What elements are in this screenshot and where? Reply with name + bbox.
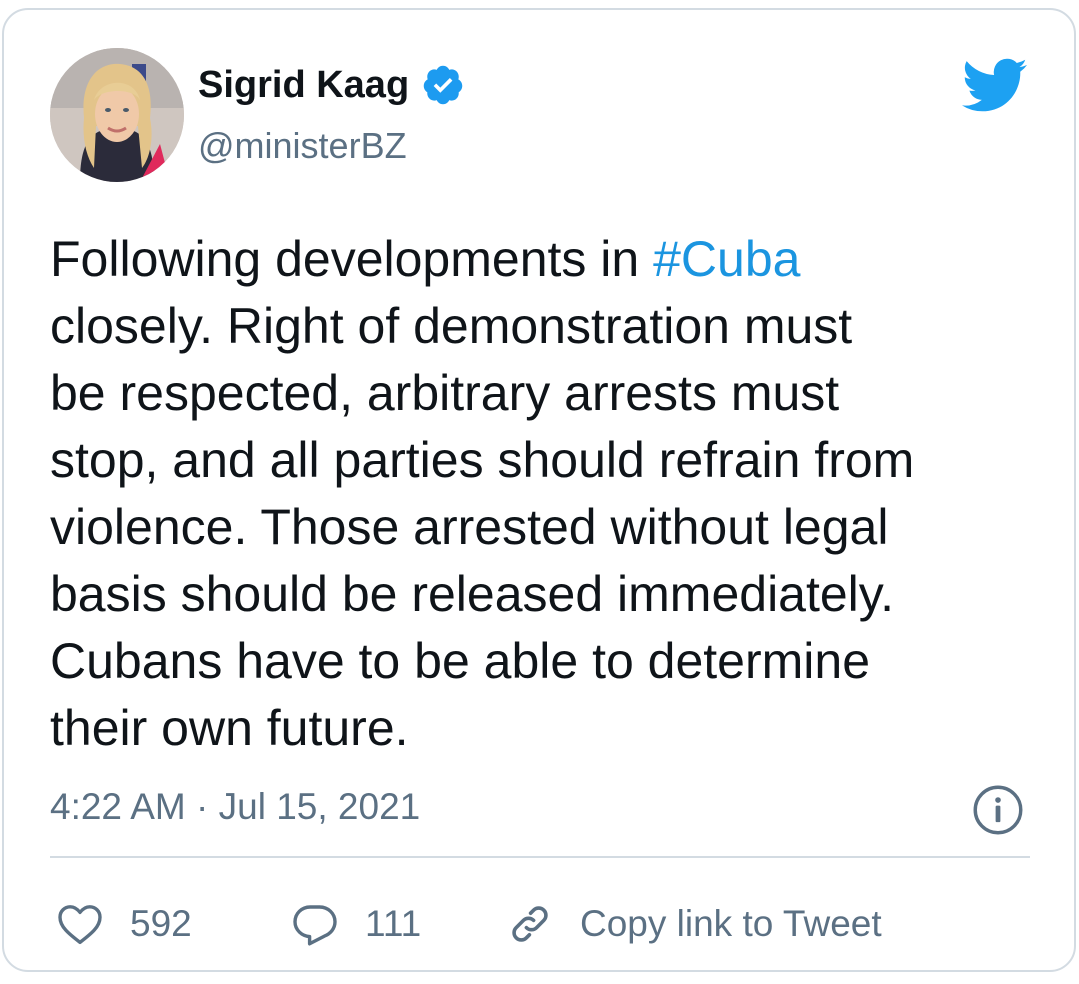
reply-count: 111 xyxy=(365,903,422,944)
copy-link-button[interactable]: Copy link to Tweet xyxy=(506,900,882,948)
tweet-line: Following developments in #Cuba xyxy=(50,226,1060,293)
divider xyxy=(50,856,1030,858)
twitter-bird-icon[interactable] xyxy=(962,58,1028,114)
verified-badge-icon xyxy=(423,65,463,105)
tweet-card: Sigrid Kaag @ministerBZ Following develo… xyxy=(2,8,1076,972)
tweet-line: closely. Right of demonstration must xyxy=(50,298,853,354)
hashtag-link[interactable]: #Cuba xyxy=(653,231,800,287)
tweet-actions: 592 111 Copy link to Tweet xyxy=(56,894,882,954)
like-count: 592 xyxy=(130,903,192,944)
heart-icon xyxy=(58,905,102,945)
author-handle[interactable]: @ministerBZ xyxy=(198,124,407,168)
reply-button[interactable]: 111 xyxy=(291,901,506,947)
tweet-line: their own future. xyxy=(50,700,409,756)
tweet-line: basis should be released immediately. xyxy=(50,566,894,622)
copy-link-label: Copy link to Tweet xyxy=(580,903,882,944)
tweet-line: violence. Those arrested without legal xyxy=(50,499,889,555)
author-name-text: Sigrid Kaag xyxy=(198,64,410,106)
tweet-line: stop, and all parties should refrain fro… xyxy=(50,432,915,488)
reply-bubble-icon xyxy=(293,905,337,946)
tweet-body: Following developments in #Cuba closely.… xyxy=(50,226,1060,762)
like-button[interactable]: 592 xyxy=(56,902,291,946)
tweet-line: be respected, arbitrary arrests must xyxy=(50,365,840,421)
tweet-line: Cubans have to be able to determine xyxy=(50,633,870,689)
tweet-timestamp[interactable]: 4:22 AM · Jul 15, 2021 xyxy=(50,784,420,830)
info-icon[interactable] xyxy=(972,784,1024,836)
avatar[interactable] xyxy=(50,48,184,182)
link-icon xyxy=(512,906,548,942)
tweet-text-segment: Following developments in xyxy=(50,231,654,287)
avatar-photo xyxy=(50,48,184,182)
author-display-name[interactable]: Sigrid Kaag xyxy=(198,62,465,108)
